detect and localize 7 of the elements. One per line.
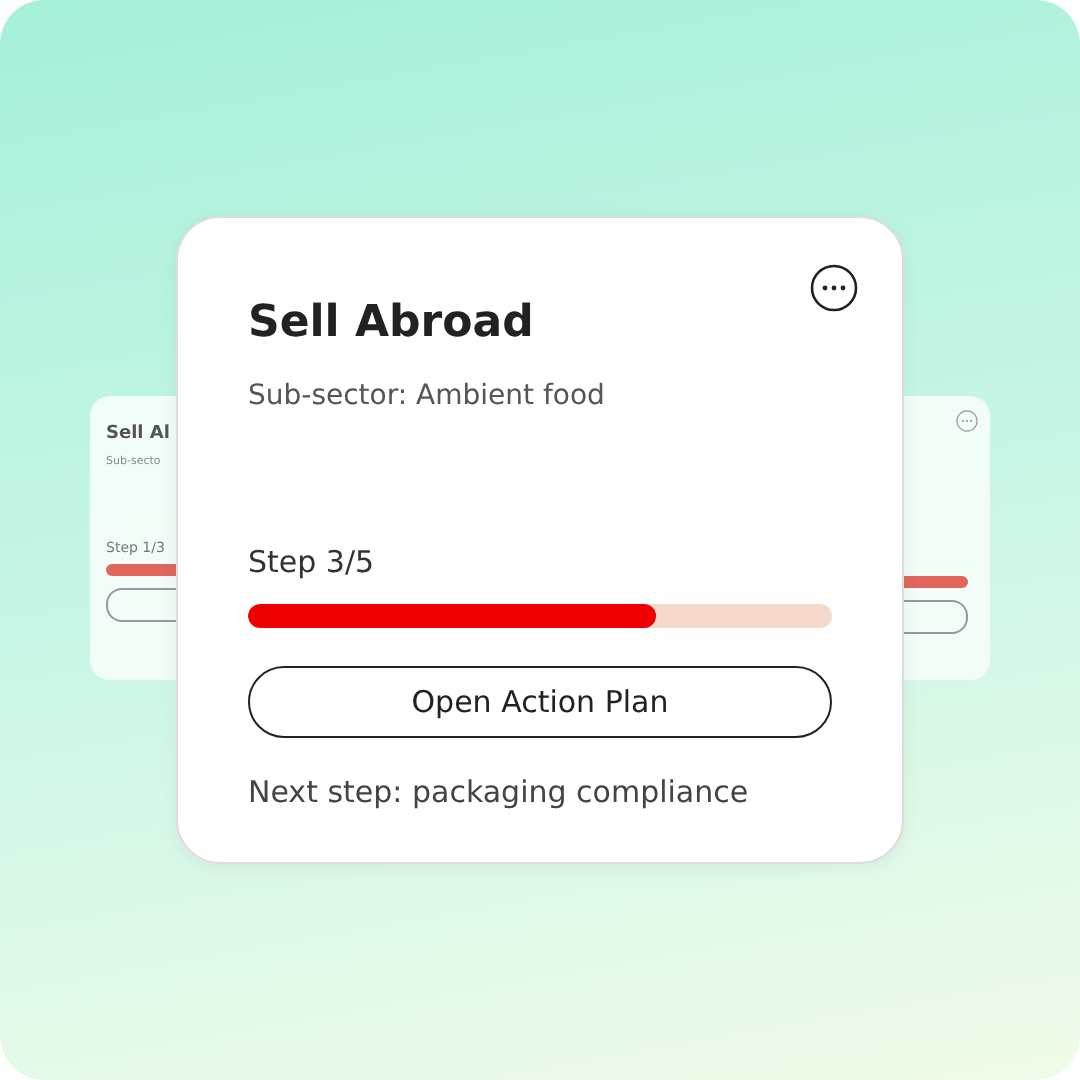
next-step-text: Next step: packaging compliance — [248, 774, 751, 810]
card-subtitle: Sub-sector: Ambient food — [248, 380, 607, 412]
card-title: Sell Al — [106, 424, 172, 444]
menu-icon[interactable] — [810, 264, 858, 312]
open-action-plan-button[interactable]: Open Action Plan — [248, 666, 832, 738]
card-title: Sell Abroad — [248, 298, 536, 348]
step-label: Step 3/5 — [248, 544, 377, 580]
